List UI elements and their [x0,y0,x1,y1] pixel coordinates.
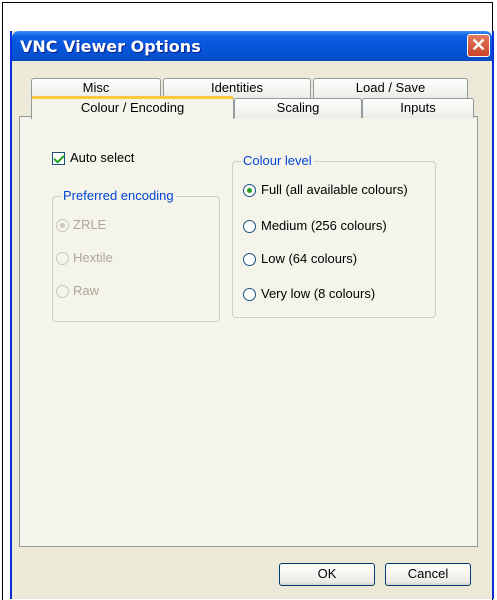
radio-hextile[interactable] [56,252,69,265]
tab-label: Scaling [276,100,320,115]
close-button[interactable]: ✕ [467,34,490,57]
window-title: VNC Viewer Options [20,37,201,56]
auto-select-label: Auto select [70,150,135,165]
radio-label-low: Low (64 colours) [261,251,358,266]
close-icon: ✕ [470,35,487,55]
tab-misc[interactable]: Misc [31,78,161,98]
radio-full[interactable] [243,184,256,197]
radio-label-raw: Raw [73,283,100,298]
radio-medium[interactable] [243,220,256,233]
tab-identities[interactable]: Identities [163,78,311,98]
cancel-label: Cancel [407,566,449,581]
ok-button[interactable]: OK [279,563,375,586]
radio-label-hextile: Hextile [73,250,113,265]
tab-load-save[interactable]: Load / Save [313,78,468,98]
tab-scaling[interactable]: Scaling [234,98,362,118]
radio-zrle[interactable] [56,219,69,232]
tab-label: Identities [210,80,264,95]
tab-colour-encoding[interactable]: Colour / Encoding [31,96,234,119]
auto-select-checkbox[interactable] [52,152,65,165]
radio-low[interactable] [243,253,256,266]
title-bar[interactable]: VNC Viewer Options ✕ [12,31,492,61]
radio-very-low[interactable] [243,288,256,301]
preferred-encoding-title: Preferred encoding [61,188,176,203]
colour-level-title: Colour level [241,153,314,168]
ok-label: OK [317,566,337,581]
radio-label-very-low: Very low (8 colours) [261,286,376,301]
radio-label-medium: Medium (256 colours) [261,218,387,233]
tab-label: Colour / Encoding [80,100,185,115]
radio-label-full: Full (all available colours) [261,182,408,197]
tab-label: Load / Save [355,80,426,95]
radio-raw[interactable] [56,285,69,298]
cancel-button[interactable]: Cancel [385,563,471,586]
tab-label: Inputs [400,100,436,115]
tab-label: Misc [82,80,110,95]
tab-inputs[interactable]: Inputs [362,98,474,118]
radio-label-zrle: ZRLE [73,217,107,232]
